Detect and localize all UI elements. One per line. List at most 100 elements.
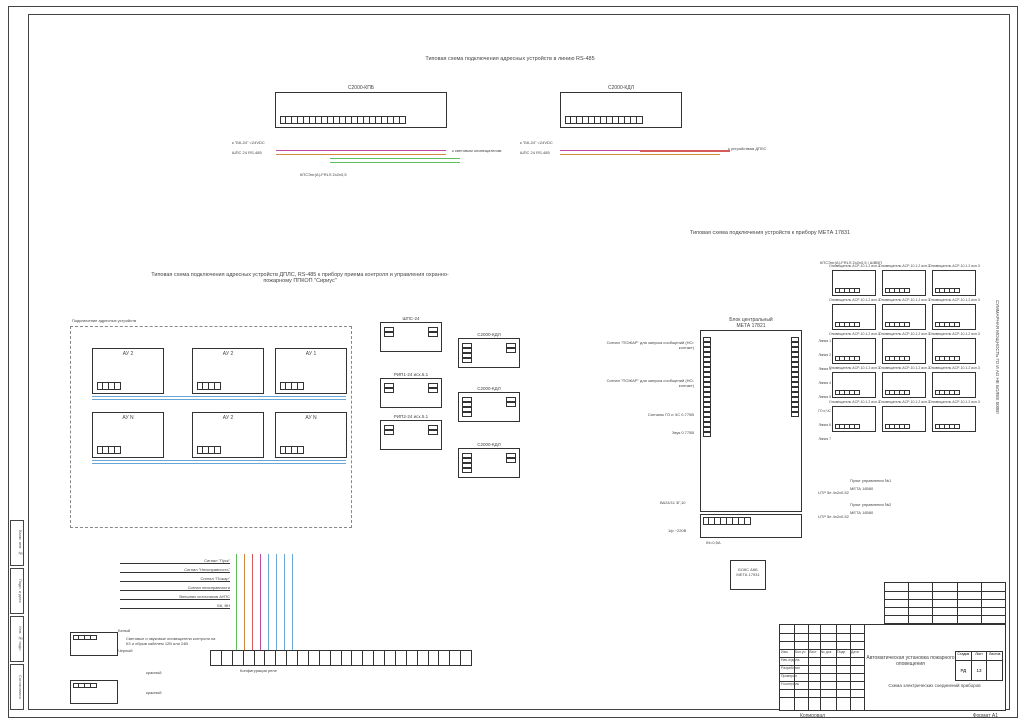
panel1-name: Пульт управления №1 xyxy=(850,478,891,483)
tb-sv2 xyxy=(987,660,1002,680)
speaker-block-1: Оповещатель АСР-10.1.2 исп.3 xyxy=(882,270,926,296)
term-row-kpb xyxy=(280,116,406,124)
wire xyxy=(330,162,460,163)
block-rip2: РИП2-24 исх.5.1 xyxy=(380,420,442,450)
tb-sv1: 13 xyxy=(972,660,988,680)
cable2: UTP 5e 4x2x0.52 xyxy=(818,514,849,519)
wire xyxy=(92,396,346,397)
speaker-block-12: Оповещатель АСР-10.1.2 исп.3 xyxy=(832,406,876,432)
cpu-siglabel-2: Сигналы ГО и ЧС 0.775В xyxy=(604,412,694,417)
wire xyxy=(268,554,269,650)
wire xyxy=(92,460,346,461)
tb-r4: Подп. xyxy=(837,650,846,654)
au-3-label: АУ 1 xyxy=(276,351,346,357)
label-bk24-left: к "БК-24" =24VDC xyxy=(232,140,265,145)
wire xyxy=(284,554,285,650)
tb-r3: № док xyxy=(821,650,831,654)
tb-r5: Дата xyxy=(851,650,859,654)
rly-lab-0: Белый xyxy=(118,628,130,633)
tb-stage: Стадия Лист Листов РД 13 xyxy=(955,651,1003,681)
cpu-rlab-7: Линия 6 xyxy=(818,423,831,427)
wire xyxy=(560,154,720,155)
wire xyxy=(292,554,293,650)
tb-sign-grid: Изм. Кол.уч Лист № док Подп. Дата Нач.от… xyxy=(780,625,865,710)
speaker-cable: КПСЭнг(А)-FRLS 2х2х0,5 / ШВВП xyxy=(820,260,882,265)
vnote-power: СУММАРНАЯ МОЩНОСТЬ ГО И АО НЕ БОЛЕЕ 500В… xyxy=(995,300,1000,414)
terminal-strip xyxy=(210,650,472,666)
wire xyxy=(276,154,446,155)
au-4-label: АУ N xyxy=(93,415,163,421)
signal-list: Сигнал "Пуск" Сигнал "Неисправность" Сиг… xyxy=(120,555,230,612)
tab-2: Инв. № подл. xyxy=(10,616,24,662)
tb-project-sub: Схема электрических соединений приборов xyxy=(866,683,1003,688)
speaker-block-2: Оповещатель АСР-10.1.2 исп.3 xyxy=(932,270,976,296)
tab-1: Подп. и дата xyxy=(10,568,24,614)
au-block-6: АУ N xyxy=(275,412,347,458)
wire xyxy=(244,554,245,650)
block-rip2-label: РИП2-24 исх.5.1 xyxy=(381,414,441,419)
wire xyxy=(330,158,460,159)
cpu-rlab-2: Линия 2 xyxy=(818,353,831,357)
tb-role0: Нач.отдела xyxy=(781,658,799,662)
strip-sub: Конфигурация реле xyxy=(240,668,277,673)
cpu-bottom-strip xyxy=(700,514,802,538)
au-block-2: АУ 2 xyxy=(192,348,264,394)
panel2-name: Пульт управления №2 xyxy=(850,502,891,507)
footer-right: Формат А1 xyxy=(973,713,998,719)
relay-1 xyxy=(70,632,118,656)
speaker-label-4: Оповещатель АСР-10.1.2 исп.3 xyxy=(879,298,929,302)
breaker-label: ВА24/11 3Г,10 xyxy=(660,500,686,505)
rly-lab-3: красный xyxy=(146,690,162,695)
speaker-block-7: Оповещатель АСР-10.1.2 исп.3 xyxy=(882,338,926,364)
sig-2: Сигнал "Пожар" xyxy=(120,576,230,582)
speaker-label-11: Оповещатель АСР-10.1.2 исп.3 xyxy=(929,366,979,370)
rly-lab-2: красный xyxy=(146,670,162,675)
wire xyxy=(236,554,237,650)
au-block-5: АУ 2 xyxy=(192,412,264,458)
wire xyxy=(92,463,346,464)
cpu-rlab-6: ГО и ЧС xyxy=(818,409,831,413)
akb-box: БОКС АКБМЕТА 17931 xyxy=(730,560,766,590)
tb-project-title: Автоматическая установка пожарного опове… xyxy=(866,655,955,667)
block-kdl-2-label: С2000-КДЛ xyxy=(459,386,519,391)
sig-3: Сигнал неисправности xyxy=(120,585,230,591)
cpu-rlab-5: Линия 5 xyxy=(818,395,831,399)
au-2-label: АУ 2 xyxy=(193,351,263,357)
cpu-rlab-4: Линия 4 xyxy=(818,381,831,385)
label-right-note: к световым оповещателям xyxy=(452,148,501,153)
block-rip1: РИП1-24 исх.5.1 xyxy=(380,378,442,408)
akb-box-label: БОКС АКБМЕТА 17931 xyxy=(731,567,765,577)
panel2-model: МЕТА 18580 xyxy=(850,510,873,515)
term-row-kdl xyxy=(565,116,643,124)
wire xyxy=(252,554,253,650)
drawing-sheet: Типовая схема подключения адресных устро… xyxy=(0,0,1024,723)
fuses-label: IN=0,5A xyxy=(706,540,721,545)
speaker-block-0: Оповещатель АСР-10.1.2 исп.3 xyxy=(832,270,876,296)
block-rip1-label: РИП1-24 исх.5.1 xyxy=(381,372,441,377)
speaker-block-8: Оповещатель АСР-10.1.2 исп.3 xyxy=(932,338,976,364)
central-unit: Блок центральный МЕТА 17821 Линия 1 xyxy=(700,330,802,512)
device-s2000-kdl: С2000-КДЛ xyxy=(560,92,682,128)
tab-3: Согласовано xyxy=(10,664,24,710)
title-right: Типовая схема подключения устройств к пр… xyxy=(640,230,900,236)
wire xyxy=(640,150,730,152)
tb-sh0: Стадия xyxy=(956,652,972,660)
block-kdl-1: С2000-КДЛ xyxy=(458,338,520,368)
speaker-block-3: Оповещатель АСР-10.1.2 исп.3 xyxy=(832,304,876,330)
title-block: Изм. Кол.уч Лист № док Подп. Дата Нач.от… xyxy=(779,624,1006,711)
relay-2 xyxy=(70,680,118,704)
speaker-block-14: Оповещатель АСР-10.1.2 исп.3 xyxy=(932,406,976,432)
cpu-right-col xyxy=(791,337,799,417)
speaker-block-5: Оповещатель АСР-10.1.2 исп.3 xyxy=(932,304,976,330)
sig-0: Сигнал "Пуск" xyxy=(120,558,230,564)
tb-r2: Лист xyxy=(809,650,817,654)
device-s2000-kpb: С2000-КПБ xyxy=(275,92,447,128)
cpu-siglabel-1: Сигнал "ПОЖАР" для запуска сообщений (НО… xyxy=(604,378,694,388)
cpu-rlab-1: Линия 1 xyxy=(818,339,831,343)
block-sps24: ШПС-24 xyxy=(380,322,442,352)
speaker-label-12: Оповещатель АСР-10.1.2 исп.3 xyxy=(829,400,879,404)
label-cable-left: КПСЭнг(А)-FRLS 2х2х0,5 xyxy=(300,172,347,177)
footer-left: Копировал xyxy=(800,713,825,719)
wire xyxy=(260,554,261,650)
label-dpls-note: к устройствам ДПЛС xyxy=(728,146,766,151)
